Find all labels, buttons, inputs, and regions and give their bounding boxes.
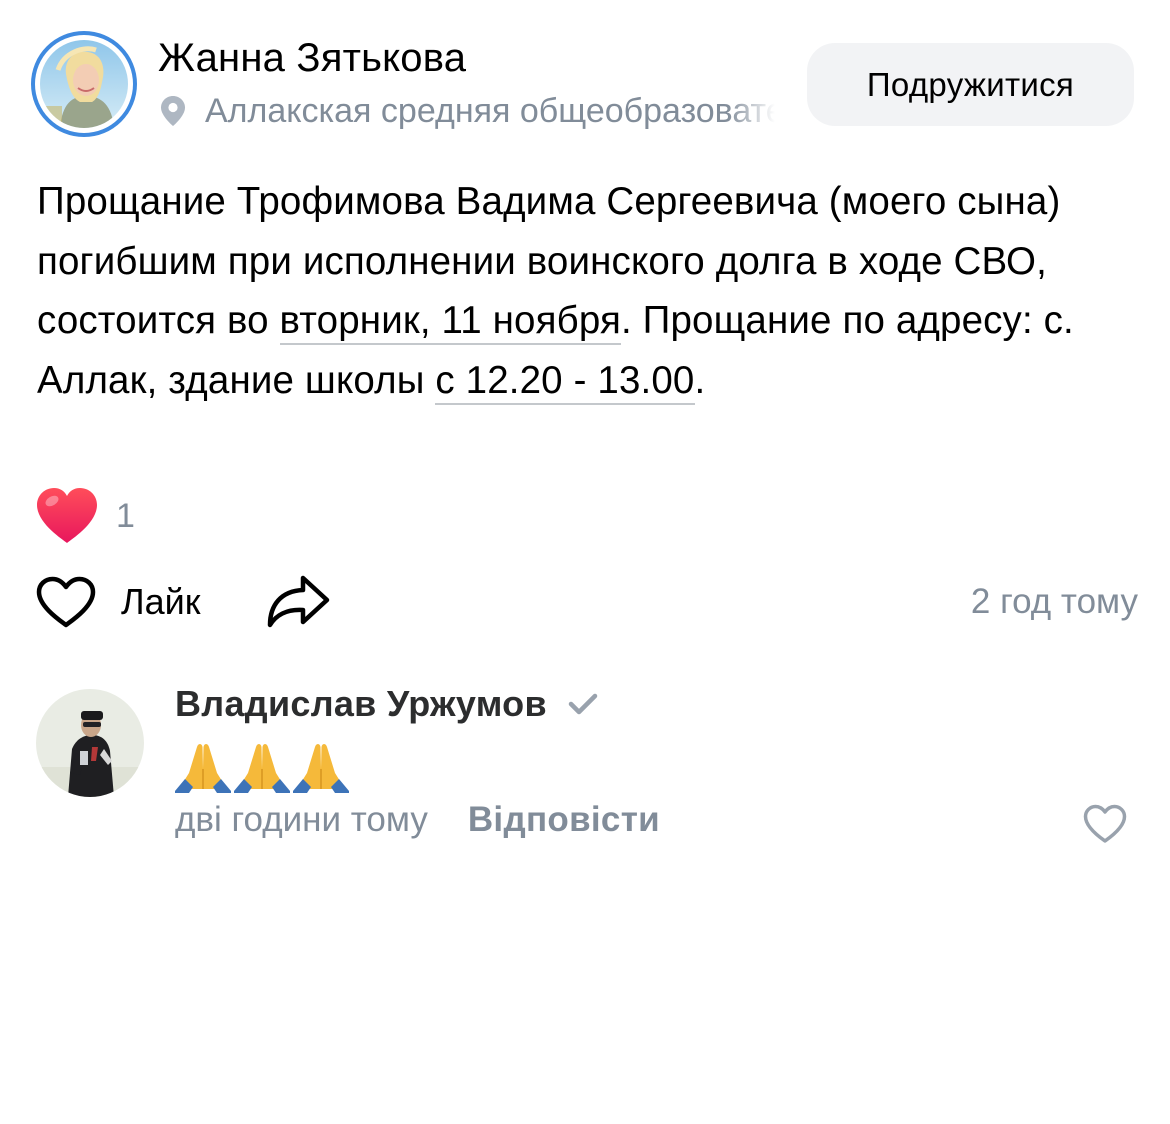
author-name[interactable]: Жанна Зятькова [158,36,466,81]
author-location: Аллакская средняя общеобразовательная шк… [160,88,775,134]
comment-like-button[interactable] [1083,804,1127,844]
comment: Владислав Уржумов дві години тому Відпов… [0,680,1170,860]
post-actions: Лайк 2 год тому [0,570,1170,634]
share-arrow-icon [267,575,330,628]
folded-hands-icon [293,744,349,793]
date-link[interactable]: вторник, 11 ноября [279,299,621,345]
reaction-count: 1 [116,496,135,535]
heart-outline-icon [1083,804,1127,843]
heart-outline-icon [36,576,96,628]
comment-author-name: Владислав Уржумов [175,683,547,724]
share-button[interactable] [265,572,331,630]
user-photo-avatar [40,40,128,128]
post-page: Жанна Зятькова Аллакская средняя общеобр… [0,0,1170,1124]
add-friend-button[interactable]: Подружитися [807,43,1134,126]
time-link[interactable]: с 12.20 - 13.00 [435,358,695,405]
folded-hands-icon [175,744,231,793]
location-text: Аллакская средняя общеобразовательная шк… [205,91,775,130]
post-time: 2 год тому [970,582,1138,621]
comment-meta: дві години тому Відповісти [175,800,660,840]
like-label: Лайк [121,581,201,622]
reactions-summary[interactable]: 1 [36,486,135,546]
post-header: Жанна Зятькова Аллакская средняя общеобр… [0,0,1170,160]
heart-reaction-icon [37,488,97,543]
commenter-avatar[interactable] [36,689,144,797]
location-pin-icon [161,96,185,126]
comment-author[interactable]: Владислав Уржумов [175,683,598,725]
like-button[interactable]: Лайк [36,574,201,630]
post-text-part: . [694,358,706,402]
post-text: Прощание Трофимова Вадима Сергеевича (мо… [37,172,1147,410]
comment-text [175,733,352,793]
comment-time: дві години тому [175,800,428,839]
author-avatar[interactable] [31,31,137,137]
folded-hands-icon [234,744,290,793]
checkmark-icon [568,693,598,715]
reply-button[interactable]: Відповісти [468,800,660,840]
